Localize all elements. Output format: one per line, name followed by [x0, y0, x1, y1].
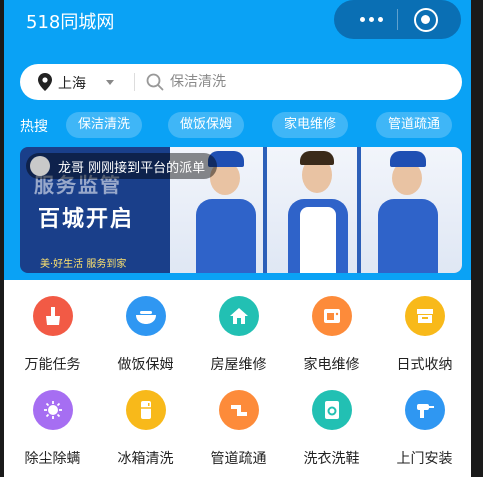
fridge-icon [126, 390, 166, 430]
hot-chip-nanny[interactable]: 做饭保姆 [168, 112, 245, 138]
more-button[interactable] [346, 0, 396, 39]
avatar [30, 156, 50, 176]
promo-banner[interactable]: 服务监管 百城开启 美·好生活 服务到家 龙哥 刚刚接到平台的派单 [20, 147, 462, 273]
service-item[interactable]: 做饭保姆 [99, 290, 192, 373]
service-label: 日式收纳 [396, 357, 453, 373]
service-item[interactable]: 万能任务 [6, 290, 99, 373]
location-pin-icon [38, 73, 52, 91]
service-item[interactable]: 管道疏通 [192, 384, 285, 467]
service-label: 做饭保姆 [117, 357, 174, 373]
city-selector[interactable]: 上海 [58, 73, 86, 93]
device-frame: 518同城网 上海 热搜 保洁清洗 做饭保姆 家电维修 管 [0, 0, 483, 477]
service-item[interactable]: 房屋维修 [192, 290, 285, 373]
worker-figure [282, 147, 352, 273]
search-input[interactable] [170, 71, 440, 93]
app-title: 518同城网 [26, 12, 115, 33]
hot-chip-appliance[interactable]: 家电维修 [272, 112, 349, 138]
drill-icon [405, 390, 445, 430]
miniprogram-capsule [334, 0, 461, 39]
service-label: 冰箱清洗 [117, 451, 174, 467]
service-label: 除尘除螨 [24, 451, 81, 467]
notification-text: 龙哥 刚刚接到平台的派单 [58, 160, 206, 176]
mite-icon [33, 390, 73, 430]
bowl-icon [126, 296, 166, 336]
app-screen: 518同城网 上海 热搜 保洁清洗 做饭保姆 家电维修 管 [4, 0, 471, 477]
hot-search-label: 热搜 [20, 119, 48, 135]
worker-figure [372, 147, 442, 273]
search-icon [146, 73, 164, 91]
banner-divider [357, 147, 361, 273]
service-label: 上门安装 [396, 451, 453, 467]
service-item[interactable]: 日式收纳 [378, 290, 471, 373]
hot-chip-pipe[interactable]: 管道疏通 [376, 112, 453, 138]
search-bar: 上海 [20, 64, 462, 100]
more-dots-icon [359, 17, 365, 22]
broom-icon [33, 296, 73, 336]
search-divider [134, 73, 135, 91]
city-dropdown-icon[interactable] [106, 80, 114, 85]
banner-divider [263, 147, 267, 273]
service-item[interactable]: 除尘除螨 [6, 384, 99, 467]
close-target-button[interactable] [414, 8, 438, 32]
washer-icon [312, 390, 352, 430]
service-item[interactable]: 洗衣洗鞋 [285, 384, 378, 467]
service-label: 万能任务 [24, 357, 81, 373]
storage-box-icon [405, 296, 445, 336]
pipe-icon [219, 390, 259, 430]
service-item[interactable]: 家电维修 [285, 290, 378, 373]
hot-chip-cleaning[interactable]: 保洁清洗 [66, 112, 143, 138]
service-label: 家电维修 [303, 357, 360, 373]
service-label: 洗衣洗鞋 [303, 451, 360, 467]
service-label: 管道疏通 [210, 451, 267, 467]
house-icon [219, 296, 259, 336]
appliance-icon [312, 296, 352, 336]
service-item[interactable]: 冰箱清洗 [99, 384, 192, 467]
order-notification: 龙哥 刚刚接到平台的派单 [26, 153, 218, 179]
service-item[interactable]: 上门安装 [378, 384, 471, 467]
service-label: 房屋维修 [210, 357, 267, 373]
capsule-divider [397, 9, 398, 30]
banner-subheadline: 百城开启 [38, 207, 135, 232]
banner-slogan: 美·好生活 服务到家 [40, 259, 127, 270]
